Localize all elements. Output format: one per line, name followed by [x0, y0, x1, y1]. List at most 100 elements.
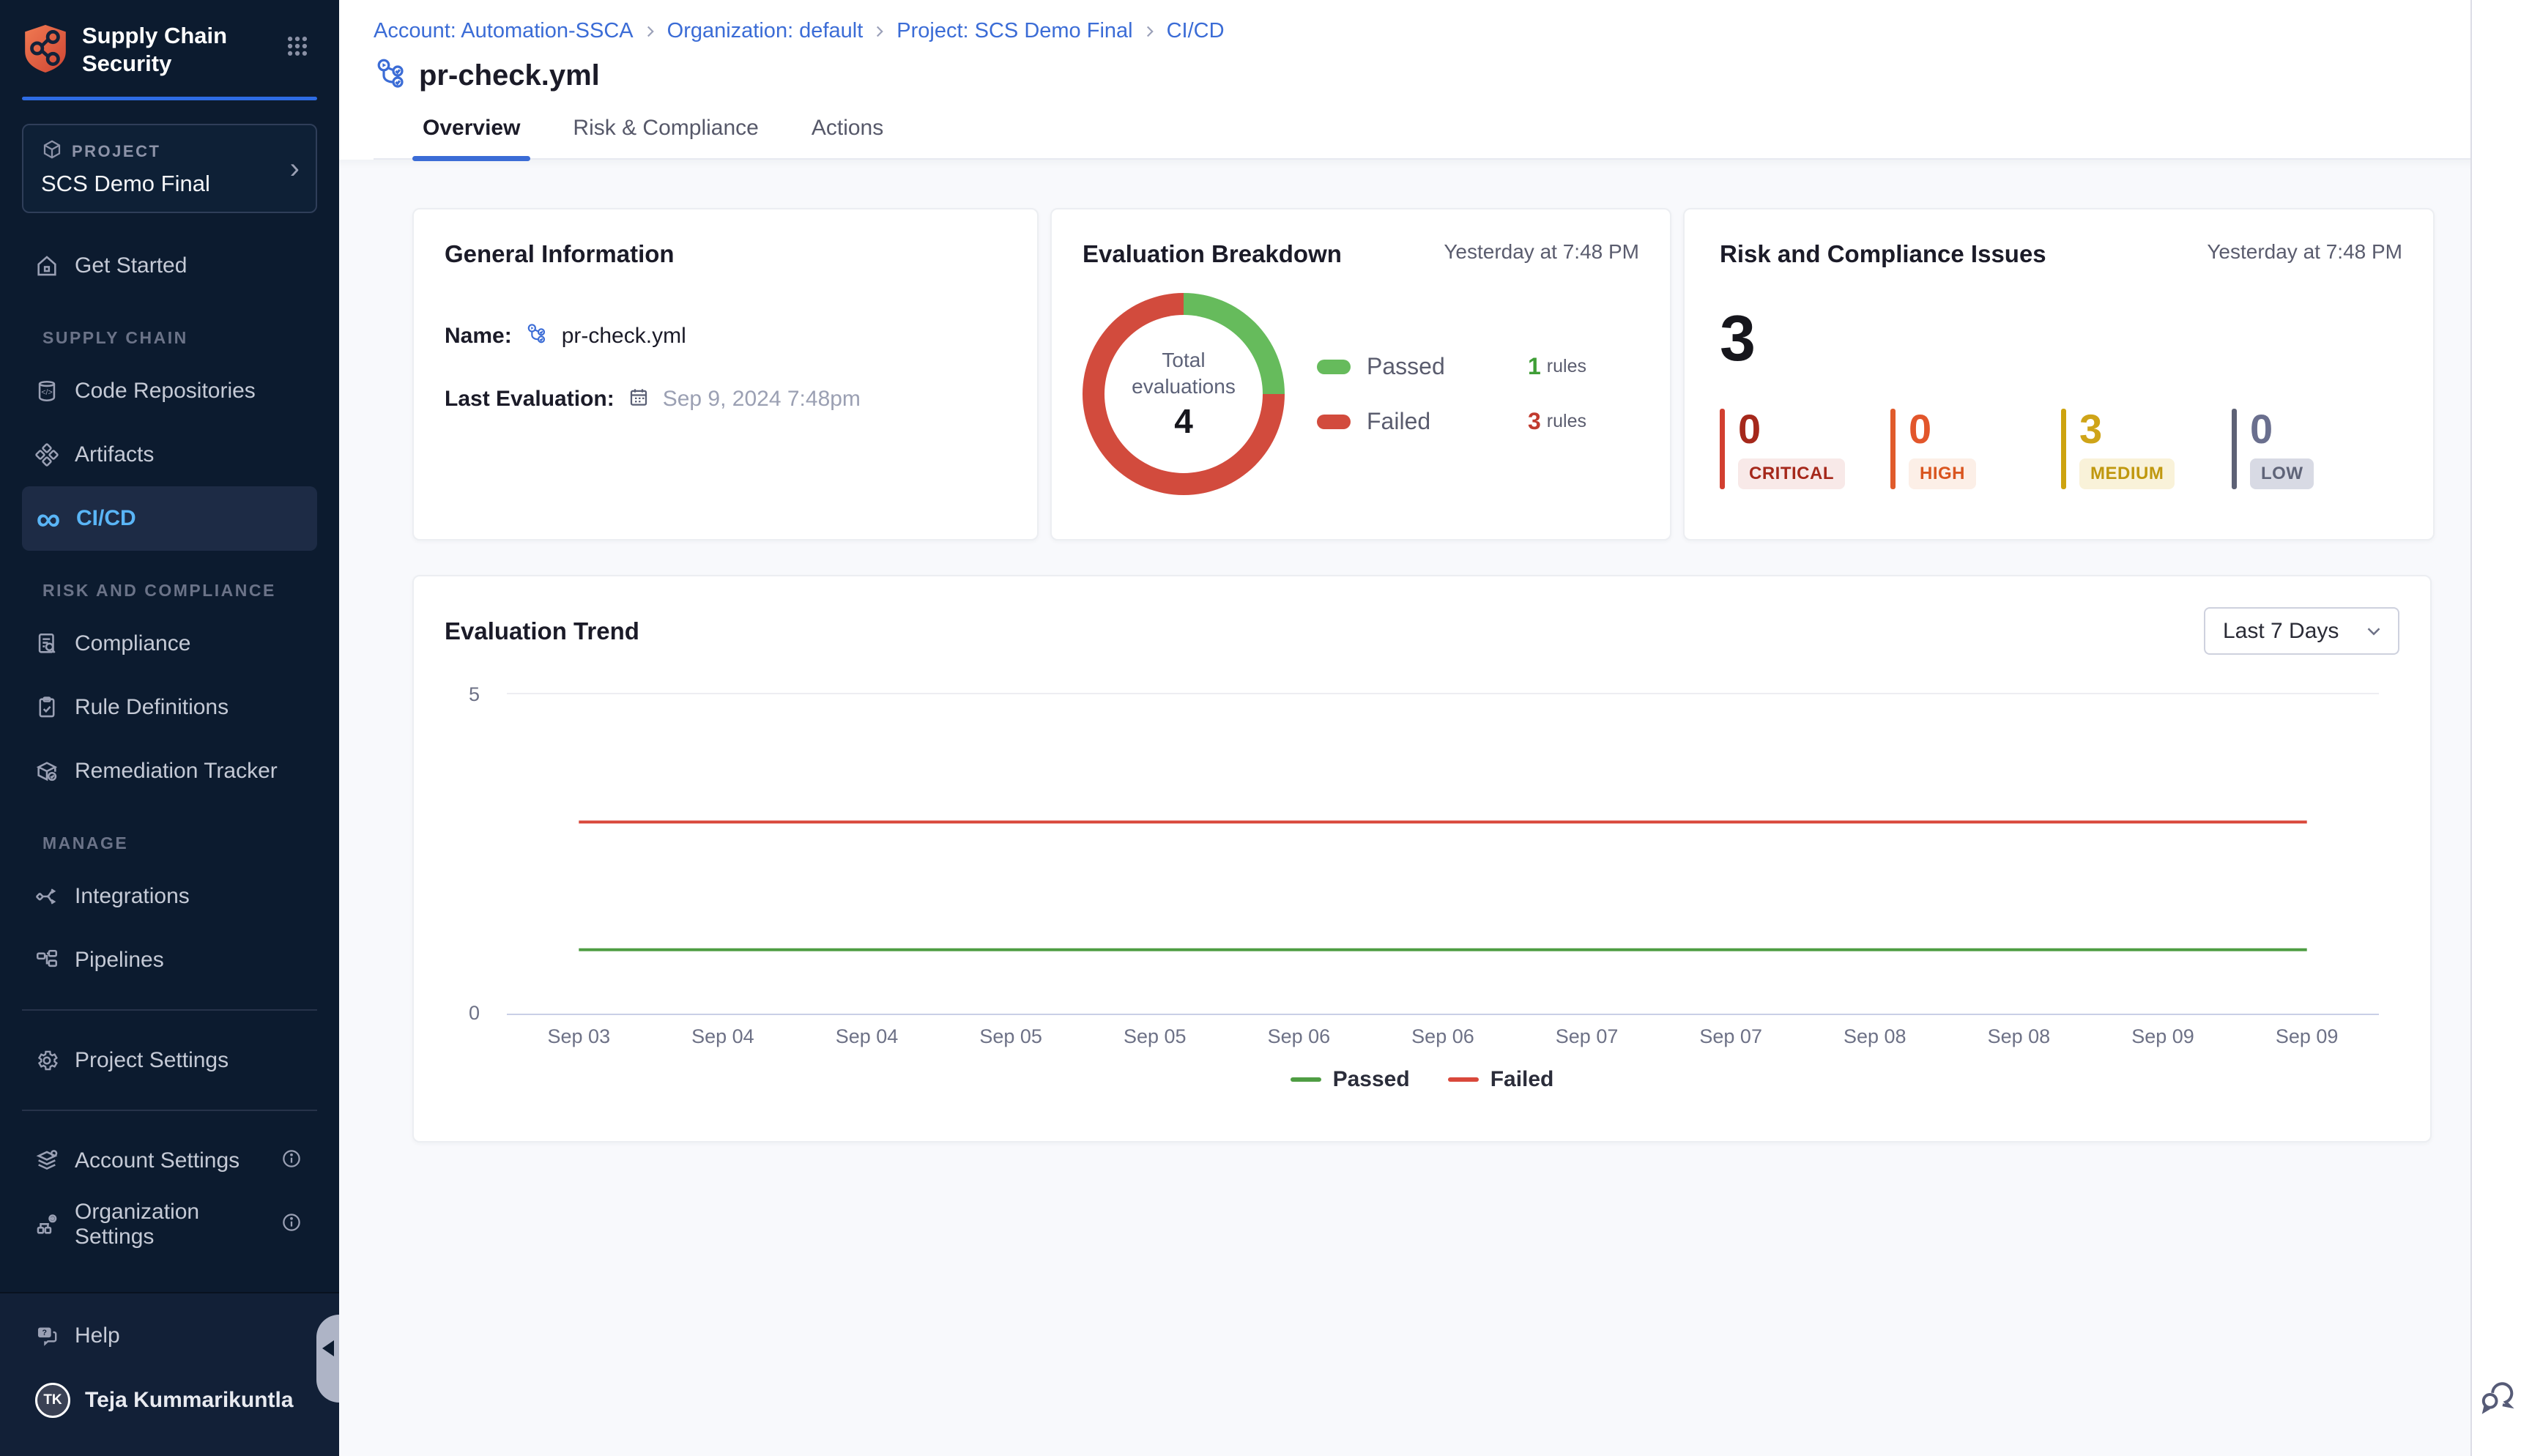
sidebar-item-get-started[interactable]: Get Started [0, 234, 339, 297]
clipboard-check-icon [32, 693, 62, 722]
y-axis-min-label: 0 [469, 1002, 480, 1025]
shield-logo-icon [22, 23, 69, 77]
user-name: Teja Kummarikuntla [85, 1388, 294, 1413]
pipeline-name-value: pr-check.yml [562, 324, 686, 349]
card-title: Evaluation Trend [445, 617, 639, 645]
trend-line-chart[interactable]: 5 0 [507, 693, 2379, 1015]
sidebar-item-integrations[interactable]: Integrations [0, 864, 339, 928]
breadcrumb-project[interactable]: Project: SCS Demo Final [896, 19, 1132, 43]
donut-center-value: 4 [1174, 401, 1193, 441]
legend-passed[interactable]: Passed [1291, 1067, 1410, 1092]
main-area: Account: Automation-SSCA Organization: d… [339, 0, 2470, 1456]
card-title: General Information [445, 240, 1006, 268]
app-title: Supply Chain Security [82, 22, 227, 78]
sidebar-item-cicd[interactable]: ∞ CI/CD [0, 486, 339, 550]
info-icon[interactable] [281, 1148, 302, 1173]
sidebar-item-help[interactable]: ? Help [0, 1307, 339, 1365]
legend-failed[interactable]: Failed [1448, 1067, 1554, 1092]
x-tick-label: Sep 08 [1802, 1025, 1947, 1048]
failed-swatch [1317, 415, 1351, 429]
chevron-right-icon [641, 22, 660, 41]
chevron-right-icon [1140, 22, 1159, 41]
breadcrumb-account[interactable]: Account: Automation-SSCA [374, 19, 634, 43]
sidebar-item-remediation-tracker[interactable]: Remediation Tracker [0, 739, 339, 803]
breadcrumb-cicd[interactable]: CI/CD [1167, 19, 1225, 43]
sidebar-header: Supply Chain Security [0, 0, 339, 97]
chevron-left-icon [322, 1340, 334, 1356]
severity-critical[interactable]: 0 CRITICAL [1720, 409, 1890, 489]
breadcrumb-organization[interactable]: Organization: default [667, 19, 864, 43]
tab-overview[interactable]: Overview [412, 116, 530, 158]
last-evaluation-value: Sep 9, 2024 7:48pm [663, 387, 861, 412]
pipeline-icon [374, 56, 409, 95]
page-content: General Information Name: pr-check.yml [339, 160, 2470, 1456]
critical-count: 0 [1738, 409, 1845, 450]
severity-medium[interactable]: 3 MEDIUM [2061, 409, 2232, 489]
sidebar-item-pipelines[interactable]: Pipelines [0, 928, 339, 992]
tab-bar: Overview Risk & Compliance Actions [374, 116, 2470, 160]
calendar-icon [628, 386, 650, 412]
tab-actions[interactable]: Actions [801, 116, 894, 158]
severity-low[interactable]: 0 LOW [2232, 409, 2402, 489]
accent-divider [22, 97, 317, 100]
user-profile[interactable]: TK Teja Kummarikuntla [0, 1365, 339, 1435]
sidebar-item-organization-settings[interactable]: Organization Settings [0, 1192, 339, 1256]
card-title: Evaluation Breakdown [1083, 240, 1342, 268]
section-supply-chain: SUPPLY CHAIN [0, 316, 339, 359]
x-tick-label: Sep 03 [507, 1025, 651, 1048]
app-logo[interactable]: Supply Chain Security [22, 22, 227, 78]
passed-count: 1 [1528, 353, 1541, 380]
support-chat-icon[interactable] [2476, 1376, 2517, 1421]
chevron-right-icon [870, 22, 889, 41]
high-count: 0 [1909, 409, 1976, 450]
severity-row: 0 CRITICAL 0 HIGH [1720, 409, 2402, 489]
x-tick-label: Sep 06 [1371, 1025, 1515, 1048]
home-icon [32, 251, 62, 281]
evaluations-donut-chart[interactable]: Total evaluations 4 [1083, 293, 1285, 495]
code-repository-icon: </> [32, 376, 62, 406]
legend-row-passed[interactable]: Passed 1 rules [1317, 353, 1586, 380]
y-axis-max-label: 5 [469, 683, 480, 706]
x-axis-labels: Sep 03Sep 04Sep 04Sep 05Sep 05Sep 06Sep … [507, 1025, 2379, 1048]
critical-badge: CRITICAL [1738, 458, 1845, 489]
sidebar-item-rule-definitions[interactable]: Rule Definitions [0, 675, 339, 739]
sidebar-item-project-settings[interactable]: Project Settings [0, 1028, 339, 1092]
severity-high[interactable]: 0 HIGH [1890, 409, 2061, 489]
chevron-right-icon: › [290, 154, 300, 183]
x-tick-label: Sep 06 [1227, 1025, 1371, 1048]
integrations-icon [32, 882, 62, 911]
sidebar-item-code-repositories[interactable]: </> Code Repositories [0, 359, 339, 423]
sidebar-item-account-settings[interactable]: Account Settings [0, 1129, 339, 1192]
tab-risk-compliance[interactable]: Risk & Compliance [563, 116, 768, 158]
general-information-card: General Information Name: pr-check.yml [412, 208, 1039, 541]
sidebar-collapse-handle[interactable] [316, 1315, 339, 1403]
sidebar-item-artifacts[interactable]: Artifacts [0, 423, 339, 486]
evaluation-trend-card: Evaluation Trend Last 7 Days 5 0 Sep 03 S… [412, 575, 2432, 1143]
x-tick-label: Sep 05 [1083, 1025, 1227, 1048]
trend-range-select[interactable]: Last 7 Days [2204, 607, 2399, 655]
gear-icon [32, 1046, 62, 1075]
trend-legend: Passed Failed [445, 1067, 2399, 1092]
project-name: SCS Demo Final [41, 171, 298, 197]
apps-grid-icon[interactable] [285, 34, 310, 62]
info-icon[interactable] [281, 1211, 302, 1237]
document-search-icon [32, 629, 62, 658]
project-label: PROJECT [72, 142, 160, 161]
breakdown-body: Total evaluations 4 Passed 1 rules [1083, 293, 1639, 495]
infinity-icon: ∞ [34, 504, 63, 533]
project-selector[interactable]: PROJECT SCS Demo Final › [22, 124, 317, 213]
layers-gear-icon [32, 1146, 62, 1175]
app-root: Supply Chain Security PRO [0, 0, 2521, 1456]
sidebar-footer: ? Help TK Teja Kummarikuntla [0, 1292, 339, 1456]
x-tick-label: Sep 04 [795, 1025, 939, 1048]
sidebar-item-compliance[interactable]: Compliance [0, 612, 339, 675]
legend-row-failed[interactable]: Failed 3 rules [1317, 408, 1586, 435]
failed-count: 3 [1528, 408, 1541, 435]
help-chat-icon: ? [32, 1321, 62, 1351]
risk-compliance-issues-card: Risk and Compliance Issues Yesterday at … [1683, 208, 2435, 541]
breakdown-legend: Passed 1 rules Failed 3 rules [1317, 353, 1586, 435]
sidebar-divider [22, 1110, 317, 1111]
chevron-down-icon [2363, 620, 2385, 642]
severity-bar [2232, 409, 2237, 489]
medium-badge: MEDIUM [2079, 458, 2175, 489]
